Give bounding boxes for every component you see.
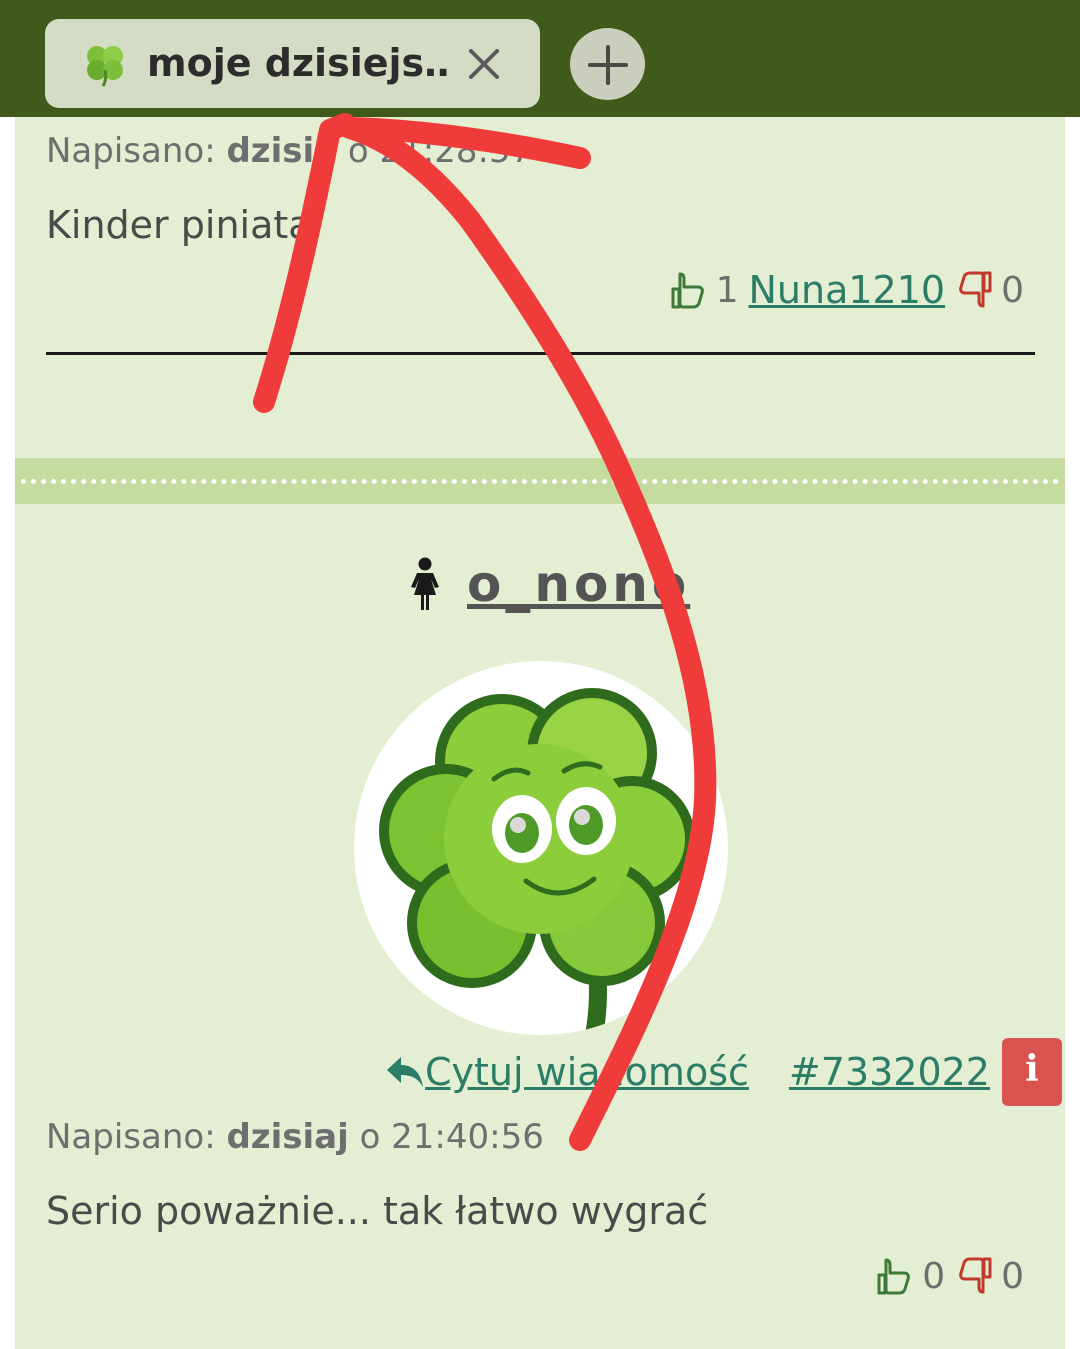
- like-count: 1: [715, 269, 739, 311]
- avatar[interactable]: [354, 661, 728, 1035]
- thumbs-up-icon[interactable]: [670, 270, 708, 310]
- female-user-icon: [411, 557, 439, 610]
- post-time: o 21:40:56: [359, 1117, 544, 1157]
- post-divider: [46, 352, 1035, 355]
- new-tab-button[interactable]: [570, 28, 645, 100]
- tab-title: moje dzisiejs…: [147, 41, 447, 85]
- thumbs-down-icon[interactable]: [955, 1256, 993, 1296]
- author-link[interactable]: o_nono: [467, 555, 690, 613]
- reply-icon[interactable]: [385, 1055, 425, 1089]
- dislike-count: 0: [1001, 1255, 1024, 1297]
- liker-link[interactable]: Nuna1210: [749, 268, 946, 312]
- post-time: o 21:28:57: [347, 131, 533, 171]
- post-separator: [15, 458, 1065, 504]
- post-author-header: o_nono: [405, 554, 690, 614]
- dislike-count: 0: [1001, 269, 1024, 311]
- plus-icon: [588, 45, 628, 85]
- thumbs-up-icon[interactable]: [876, 1256, 914, 1296]
- thumbs-down-icon[interactable]: [955, 270, 993, 310]
- browser-tab[interactable]: moje dzisiejs…: [45, 19, 540, 108]
- post-meta: Napisano: dzisia o 21:28:57: [46, 131, 533, 171]
- post-meta: Napisano: dzisiaj o 21:40:56: [46, 1117, 544, 1157]
- close-icon[interactable]: [465, 45, 503, 83]
- post-author: dzisia: [226, 131, 338, 171]
- post-votes: 1 Nuna1210 0: [670, 268, 1034, 312]
- info-button[interactable]: i: [1001, 1038, 1062, 1106]
- post-votes: 0 0: [876, 1254, 1034, 1298]
- quote-message-link[interactable]: Cytuj wiadomość: [425, 1050, 749, 1094]
- clover-icon: [87, 46, 123, 87]
- browser-tab-bar: moje dzisiejs…: [0, 0, 1080, 117]
- like-count: 0: [922, 1255, 946, 1297]
- post-id-link[interactable]: #7332022: [789, 1050, 990, 1094]
- info-icon: i: [1025, 1048, 1039, 1090]
- post-text: Kinder piniata: [46, 203, 312, 247]
- clover-mascot-image: [379, 688, 695, 1035]
- post-author: dzisiaj: [226, 1117, 349, 1157]
- post-text: Serio poważnie... tak łatwo wygrać: [46, 1189, 709, 1233]
- forum-thread: Napisano: dzisia o 21:28:57 Kinder pinia…: [15, 117, 1065, 1349]
- post-actions: Cytuj wiadomość #7332022 i: [385, 1037, 1062, 1107]
